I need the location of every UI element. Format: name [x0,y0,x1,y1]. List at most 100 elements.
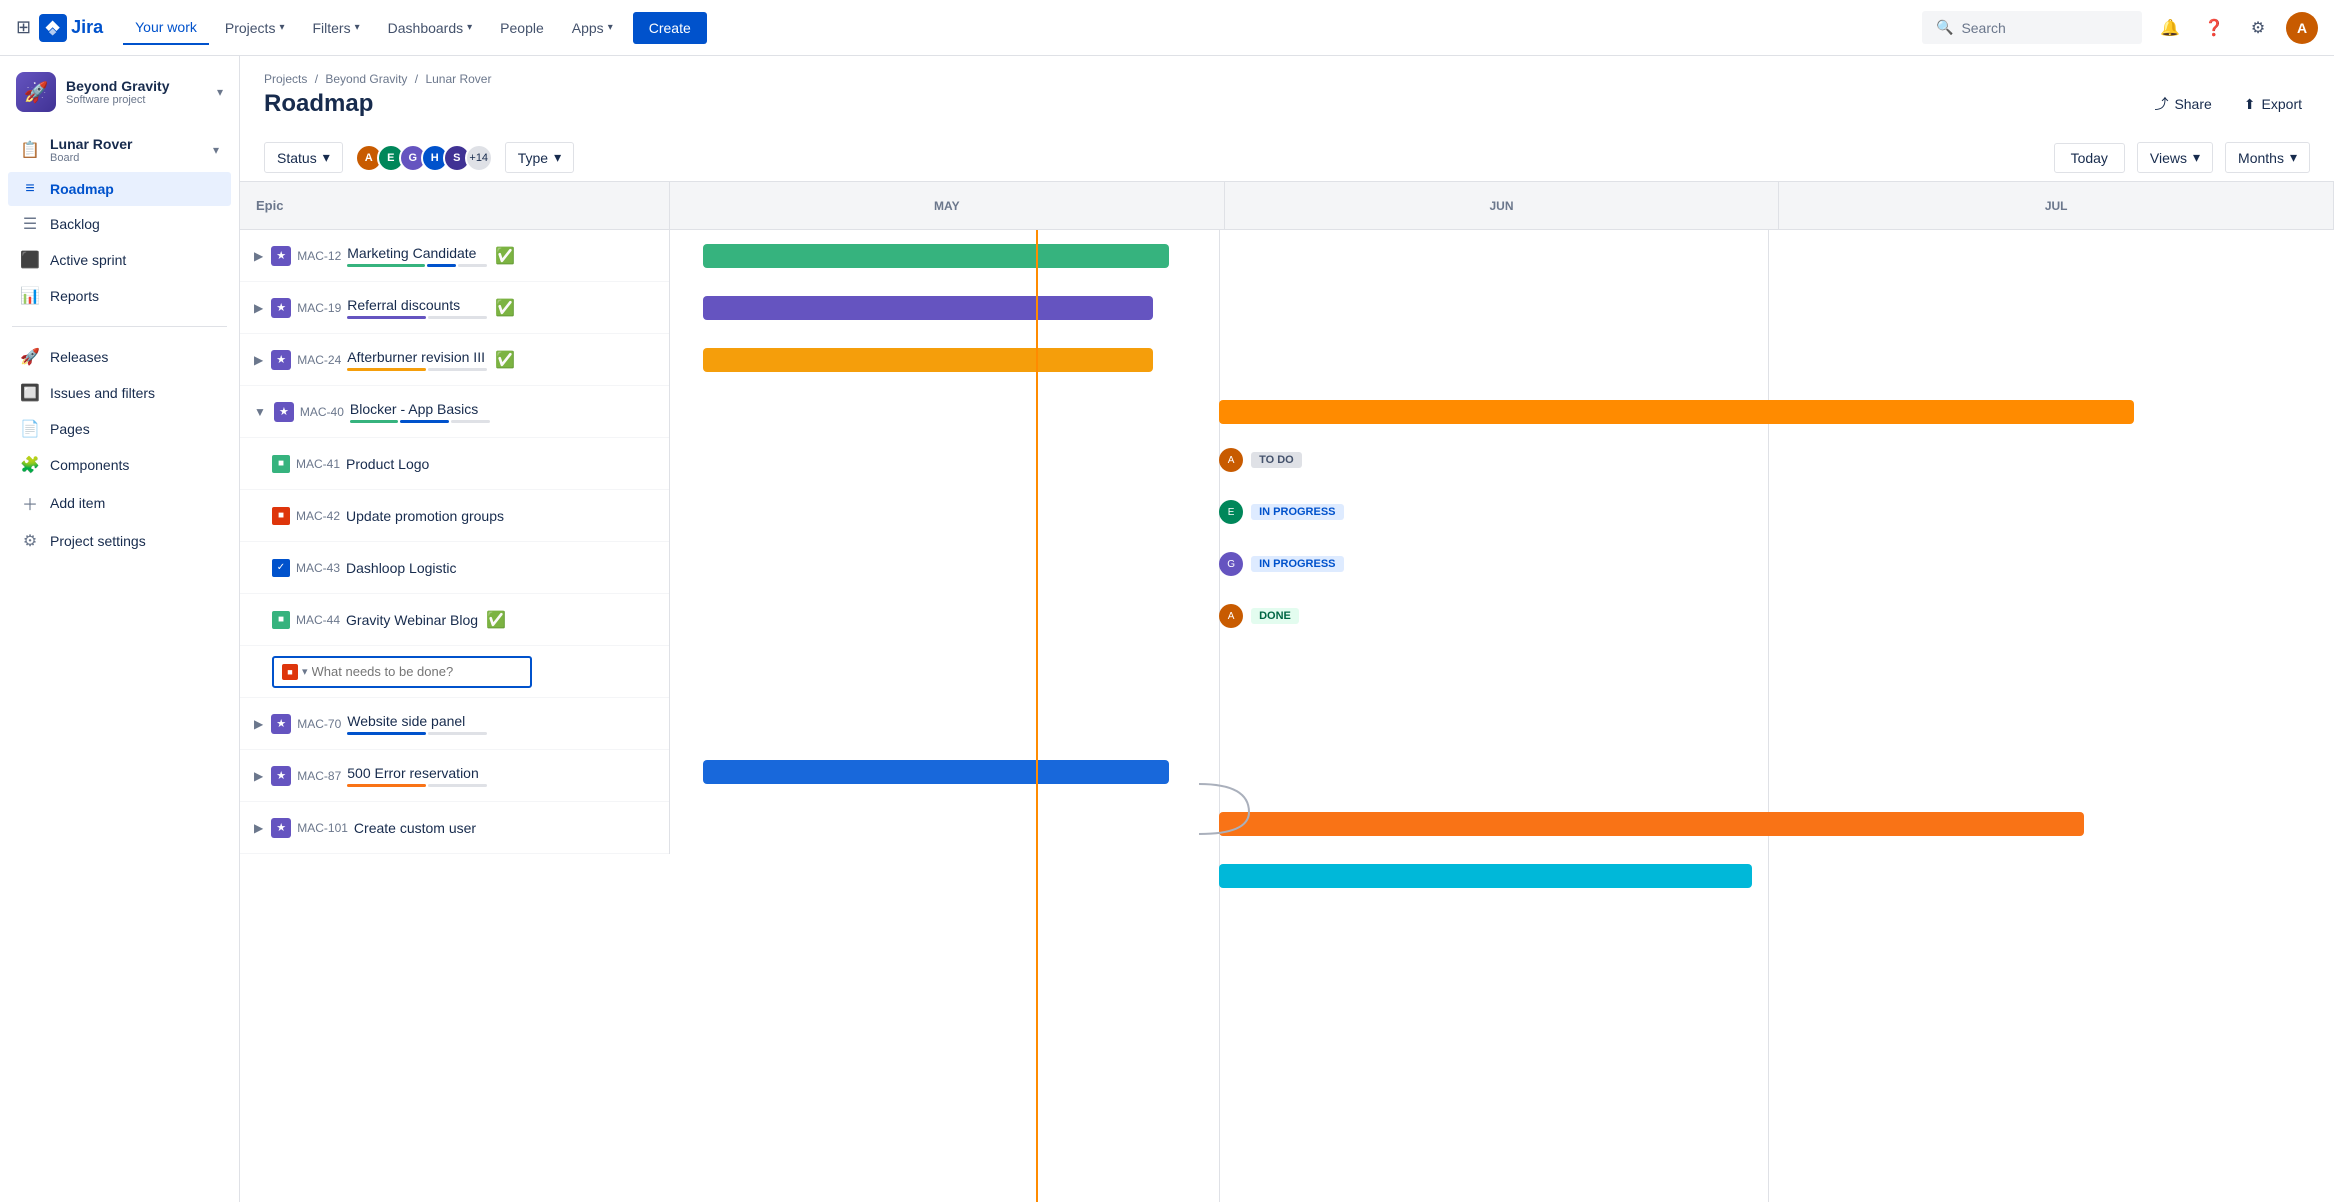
page-title: Roadmap [264,90,373,118]
status-mac43: G IN PROGRESS [1219,552,1343,576]
bar-mac101[interactable] [1219,864,1751,888]
avatar-count[interactable]: +14 [465,144,493,172]
user-avatar[interactable]: A [2286,12,2318,44]
breadcrumb-lunar-rover[interactable]: Lunar Rover [425,72,491,86]
roadmap-label: Roadmap [50,181,114,197]
sidebar-project[interactable]: 🚀 Beyond Gravity Software project ▾ [0,56,239,124]
views-label: Views [2150,150,2187,166]
sidebar-item-add[interactable]: ＋ Add item [8,483,231,523]
row-left-input: ■ ▾ [240,646,670,698]
title-actions: ⤴ Share ⬆ Export [2146,90,2310,118]
sidebar-item-settings[interactable]: ⚙ Project settings [8,523,231,559]
sub-icon: ✓ [272,559,290,577]
row-left-mac87: ▶ ★ MAC-87 500 Error reservation [240,750,670,802]
sidebar-item-components[interactable]: 🧩 Components [8,447,231,483]
epic-icon: ★ [271,766,291,786]
notifications-button[interactable]: 🔔 [2154,12,2186,44]
create-button[interactable]: Create [633,12,707,44]
bar-mac19[interactable] [703,296,1152,320]
gantt-right-col: A TO DO E IN PROGRESS G IN PROGRESS [670,230,2334,1202]
months-button[interactable]: Months ▾ [2225,142,2310,173]
expand-icon[interactable]: ▶ [252,351,265,369]
chevron-down-icon: ▾ [2193,149,2200,166]
nav-dashboards[interactable]: Dashboards ▾ [376,12,485,44]
type-label: Type [518,150,548,166]
gantt-header-epic: Epic [240,182,670,229]
status-mac42: E IN PROGRESS [1219,500,1343,524]
share-button[interactable]: ⤴ Share [2146,90,2219,118]
type-filter[interactable]: Type ▾ [505,142,574,173]
active-sprint-label: Active sprint [50,252,126,268]
main-layout: 🚀 Beyond Gravity Software project ▾ 📋 Lu… [0,56,2334,1202]
expand-icon[interactable]: ▶ [252,247,265,265]
row-left-mac41: ■ MAC-41 Product Logo [240,438,670,490]
today-line [1036,230,1038,1202]
components-label: Components [50,457,129,473]
bar-mac70[interactable] [703,760,1169,784]
table-row: ✓ MAC-43 Dashloop Logistic [240,542,670,594]
table-row: ▶ ★ MAC-12 Marketing Candidate [240,230,670,282]
sidebar-item-reports[interactable]: 📊 Reports [8,278,231,314]
epic-icon: ★ [271,246,291,266]
epic-icon: ★ [271,350,291,370]
sidebar-item-releases[interactable]: 🚀 Releases [8,339,231,375]
logo[interactable]: Jira [39,14,103,42]
new-item-input[interactable] [312,664,522,679]
status-filter[interactable]: Status ▾ [264,142,343,173]
grid-icon[interactable]: ⊞ [16,17,31,38]
breadcrumb-sep: / [315,72,322,86]
views-button[interactable]: Views ▾ [2137,142,2213,173]
row-left-mac42: ■ MAC-42 Update promotion groups [240,490,670,542]
grid-line-jun-end [1768,230,1769,1202]
lunar-rover-label: Lunar Rover [50,136,132,152]
input-icon: ■ [282,664,298,680]
breadcrumb-beyond-gravity[interactable]: Beyond Gravity [325,72,407,86]
table-row: ▼ ★ MAC-40 Blocker - App Basics [240,386,670,438]
sidebar-item-backlog[interactable]: ☰ Backlog [8,206,231,242]
new-item-input-container: ■ ▾ [272,656,532,688]
chevron-down-icon: ▾ [608,22,613,33]
settings-button[interactable]: ⚙ [2242,12,2274,44]
roadmap-icon: ≡ [20,180,40,198]
reports-icon: 📊 [20,286,40,306]
help-button[interactable]: ❓ [2198,12,2230,44]
nav-apps[interactable]: Apps ▾ [560,12,625,44]
expand-icon[interactable]: ▶ [252,715,265,733]
sidebar-divider [12,326,227,327]
nav-projects[interactable]: Projects ▾ [213,12,297,44]
issues-icon: 🔲 [20,383,40,403]
nav-people[interactable]: People [488,12,556,44]
nav-your-work[interactable]: Your work [123,11,209,45]
status-mac41: A TO DO [1219,448,1302,472]
months-label: Months [2238,150,2284,166]
project-name: Beyond Gravity [66,78,169,94]
sidebar-item-roadmap[interactable]: ≡ Roadmap [8,172,231,206]
export-button[interactable]: ⬆ Export [2236,92,2310,117]
bar-mac12[interactable] [703,244,1169,268]
sidebar-item-issues[interactable]: 🔲 Issues and filters [8,375,231,411]
breadcrumb-projects[interactable]: Projects [264,72,307,86]
collapse-icon[interactable]: ▼ [252,403,268,421]
epic-icon: ★ [271,298,291,318]
sidebar-item-pages[interactable]: 📄 Pages [8,411,231,447]
expand-icon[interactable]: ▶ [252,767,265,785]
expand-icon[interactable]: ▶ [252,299,265,317]
sidebar-item-active-sprint[interactable]: ⬛ Active sprint [8,242,231,278]
nav-filters[interactable]: Filters ▾ [300,12,371,44]
row-left-mac43: ✓ MAC-43 Dashloop Logistic [240,542,670,594]
lunar-rover-sub: Board [50,152,132,164]
avatar-mac43: G [1219,552,1243,576]
chevron-down-icon[interactable]: ▾ [302,665,308,678]
table-row: ■ MAC-41 Product Logo [240,438,670,490]
bar-mac87[interactable] [1219,812,2084,836]
sidebar-item-lunar-rover[interactable]: 📋 Lunar Rover Board ▾ [8,128,231,172]
expand-icon[interactable]: ▶ [252,819,265,837]
issues-label: Issues and filters [50,385,155,401]
sub-icon: ■ [272,455,290,473]
bar-mac40[interactable] [1219,400,2134,424]
row-left-mac12: ▶ ★ MAC-12 Marketing Candidate [240,230,670,282]
today-button[interactable]: Today [2054,143,2125,173]
bar-mac24[interactable] [703,348,1152,372]
status-mac44: A DONE [1219,604,1299,628]
search-box[interactable]: 🔍 Search [1922,11,2142,44]
